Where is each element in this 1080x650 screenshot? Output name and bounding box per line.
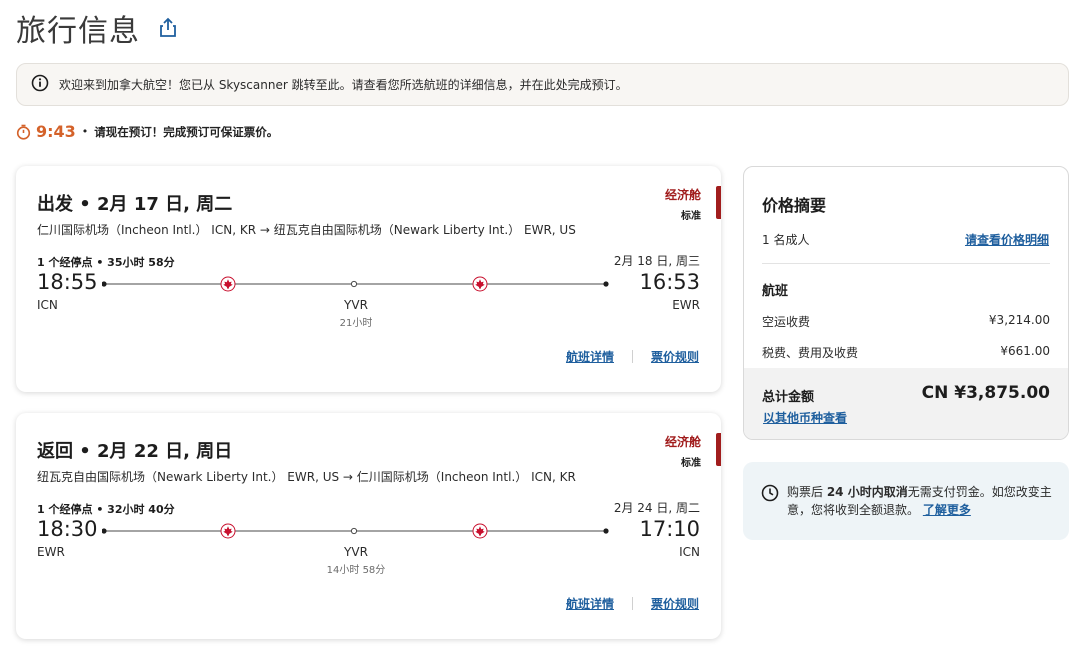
booking-timer: 9:43 • 请现在预订！完成预订可保证票价。: [16, 122, 278, 141]
flight-details-link[interactable]: 航班详情: [566, 595, 614, 612]
summary-divider: [762, 263, 1050, 264]
timer-value: 9:43: [36, 122, 76, 141]
timer-message: 请现在预订！完成预订可保证票价。: [94, 124, 279, 139]
maple-leaf-icon: [472, 276, 488, 292]
clock-icon: [761, 484, 779, 502]
summary-section-title: 航班: [762, 284, 789, 299]
via-airport-code: YVR: [344, 298, 368, 312]
fare-rules-link[interactable]: 票价规则: [651, 348, 699, 365]
page-title: 旅行信息: [16, 14, 140, 49]
policy-text: 购票后 24 小时内取消无需支付罚金。如您改变主意，您将收到全额退款。 了解更多: [787, 483, 1055, 519]
banner-text: 欢迎来到加拿大航空！您已从 Skyscanner 跳转至此。请查看您所选航班的详…: [59, 78, 628, 92]
learn-more-link[interactable]: 了解更多: [923, 503, 971, 517]
flight-route: 纽瓦克自由国际机场（Newark Liberty Int.） EWR, US →…: [37, 470, 576, 484]
arrival-time: 16:53: [639, 270, 700, 294]
layover-duration: 21小时: [339, 318, 373, 329]
link-divider: [631, 350, 633, 363]
total-section: 总计金额 CN ¥3,875.00 以其他币种查看: [744, 368, 1068, 439]
departure-time: 18:55: [37, 270, 98, 294]
fee-label: 税费、费用及收费: [762, 346, 859, 360]
page-header: 旅行信息: [16, 6, 178, 50]
arrival-airport-code: EWR: [672, 298, 700, 312]
total-value: CN ¥3,875.00: [921, 383, 1050, 403]
fee-value: ¥3,214.00: [988, 313, 1050, 327]
departure-time: 18:30: [37, 517, 98, 541]
via-airport-code: YVR: [344, 545, 368, 559]
arrival-airport-code: ICN: [679, 545, 700, 559]
fee-value: ¥661.00: [1000, 344, 1050, 358]
maple-leaf-icon: [472, 523, 488, 539]
other-currency-link[interactable]: 以其他币种查看: [763, 409, 847, 426]
cabin-info: 经济舱 标准: [665, 433, 701, 469]
info-banner: 欢迎来到加拿大航空！您已从 Skyscanner 跳转至此。请查看您所选航班的详…: [16, 63, 1069, 106]
flight-links: 航班详情 票价规则: [566, 595, 699, 612]
fare-rules-link[interactable]: 票价规则: [651, 595, 699, 612]
arrival-date: 2月 18 日, 周三: [613, 254, 700, 268]
passenger-count: 1 名成人: [762, 233, 810, 247]
arrival-date: 2月 24 日, 周二: [613, 501, 700, 515]
route-timeline: [102, 523, 609, 539]
cancellation-policy-card: 购票后 24 小时内取消无需支付罚金。如您改变主意，您将收到全额退款。 了解更多: [743, 462, 1069, 540]
timer-separator: •: [81, 125, 89, 138]
total-label: 总计金额: [762, 390, 815, 405]
route-timeline: [102, 276, 609, 292]
share-icon[interactable]: [158, 17, 178, 39]
arrival-time: 17:10: [639, 517, 700, 541]
flight-route: 仁川国际机场（Incheon Intl.） ICN, KR → 纽瓦克自由国际机…: [37, 223, 576, 237]
timer-icon: [16, 124, 31, 140]
maple-leaf-icon: [220, 276, 236, 292]
maple-leaf-icon: [220, 523, 236, 539]
fare-type: 标准: [681, 211, 701, 222]
summary-title: 价格摘要: [762, 196, 827, 215]
price-summary-card: 价格摘要 1 名成人 请查看价格明细 航班 空运收费 ¥3,214.00 税费、…: [743, 166, 1069, 440]
info-icon: [31, 74, 49, 96]
departure-airport-code: ICN: [37, 298, 58, 312]
price-breakdown-link[interactable]: 请查看价格明细: [965, 231, 1049, 248]
cabin-name: 经济舱: [664, 435, 701, 449]
cabin-info: 经济舱 标准: [665, 186, 701, 222]
flight-card-outbound: 出发 • 2月 17 日, 周二 仁川国际机场（Incheon Intl.） I…: [16, 166, 721, 392]
flight-card-return: 返回 • 2月 22 日, 周日 纽瓦克自由国际机场（Newark Libert…: [16, 413, 721, 639]
fare-type: 标准: [681, 458, 701, 469]
flight-links: 航班详情 票价规则: [566, 348, 699, 365]
policy-text-lead: 购票后: [787, 485, 827, 499]
link-divider: [631, 597, 633, 610]
flight-heading: 出发 • 2月 17 日, 周二: [37, 194, 233, 215]
layover-duration: 14小时 58分: [326, 565, 386, 576]
stops-summary: 1 个经停点 • 35小时 58分: [37, 256, 175, 269]
cabin-accent-bar: [716, 433, 721, 466]
stops-summary: 1 个经停点 • 32小时 40分: [37, 503, 175, 516]
cabin-accent-bar: [716, 186, 721, 219]
policy-text-strong: 24 小时内取消: [826, 485, 908, 499]
departure-airport-code: EWR: [37, 545, 65, 559]
fee-label: 空运收费: [762, 315, 811, 329]
flight-details-link[interactable]: 航班详情: [566, 348, 614, 365]
cabin-name: 经济舱: [664, 188, 701, 202]
flight-heading: 返回 • 2月 22 日, 周日: [37, 441, 233, 462]
